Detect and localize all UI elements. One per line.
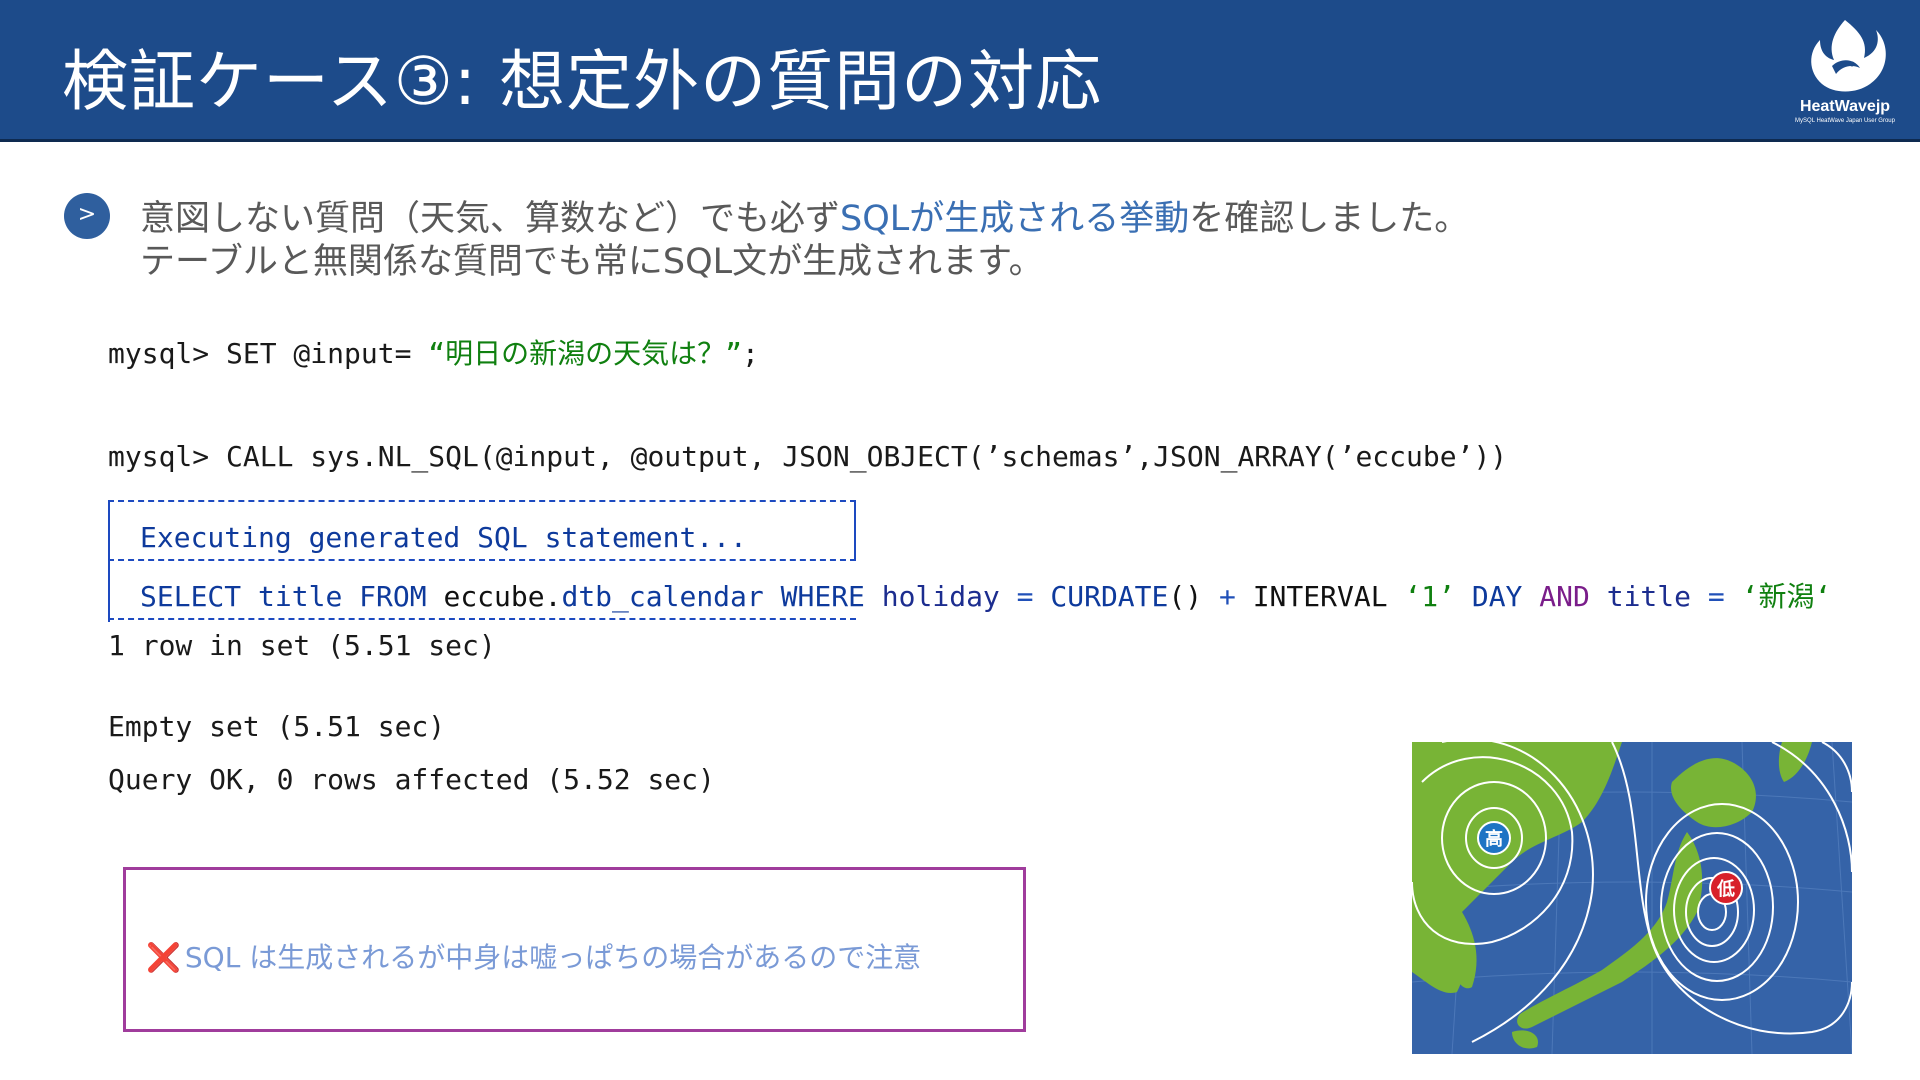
sql-interval: INTERVAL xyxy=(1252,580,1405,613)
page-title: 検証ケース③: 想定外の質問の対応 xyxy=(62,43,1103,120)
table-border-mid xyxy=(108,559,856,561)
sql-day: DAY xyxy=(1454,580,1540,613)
sql-table: dtb_calendar xyxy=(561,580,764,613)
sql-value: ‘新潟‘ xyxy=(1741,580,1832,613)
sql-title: title xyxy=(241,580,360,613)
warning-note: ❌ SQL は生成されるが中身は嘘っぱちの場合があるので注意 xyxy=(146,936,921,976)
set-end: ; xyxy=(742,337,759,370)
sql-schema: eccube. xyxy=(426,580,562,613)
bullet-line-2: テーブルと無関係な質問でも常にSQL文が生成されます。 xyxy=(140,242,1044,282)
sql-curdate: CURDATE xyxy=(1050,580,1169,613)
table-border-right xyxy=(854,500,856,560)
weather-map: 高 低 xyxy=(1412,742,1852,1054)
bullet-line-1-post: を確認しました。 xyxy=(1189,199,1470,239)
logo-name: HeatWavejp xyxy=(1799,98,1891,115)
empty-set-line: Empty set (5.51 sec) xyxy=(108,710,446,743)
sql-and: AND xyxy=(1539,580,1590,613)
set-prompt: mysql> SET @input= xyxy=(108,337,429,370)
sql-paren: () xyxy=(1168,580,1203,613)
row-count-line: 1 row in set (5.51 sec) xyxy=(108,629,496,662)
set-command-line: mysql> SET @input= “明日の新潟の天気は？”; xyxy=(108,332,759,372)
call-command-line: mysql> CALL sys.NL_SQL(@input, @output, … xyxy=(108,440,1508,473)
sql-plus: + xyxy=(1202,580,1253,613)
sql-where: WHERE xyxy=(763,580,882,613)
table-header-cell: Executing generated SQL statement... xyxy=(140,521,747,554)
set-value: “明日の新潟の天気は？” xyxy=(428,337,743,370)
weather-map-image: 高 低 xyxy=(1412,742,1852,1054)
slide-header: 検証ケース③: 想定外の質問の対応 HeatWavejp MySQL HeatW… xyxy=(0,0,1920,142)
heatwave-logo: HeatWavejp MySQL HeatWave Japan User Gro… xyxy=(1790,14,1900,132)
table-border-bottom xyxy=(108,618,856,620)
chevron-right-icon: > xyxy=(64,193,110,239)
sql-from: FROM xyxy=(359,580,427,613)
sql-one: ‘1’ xyxy=(1404,580,1455,613)
sql-eq-2: = xyxy=(1707,580,1742,613)
high-pressure-label: 高 xyxy=(1485,828,1503,850)
logo-subtitle: MySQL HeatWave Japan User Group xyxy=(1795,118,1895,124)
table-border-top xyxy=(108,500,856,502)
generated-sql-line: SELECT title FROM eccube.dtb_calendar WH… xyxy=(140,575,1831,615)
table-border-left xyxy=(108,500,110,622)
cross-mark-icon: ❌ xyxy=(146,941,181,974)
sql-title-2: title xyxy=(1589,580,1708,613)
sql-select: SELECT xyxy=(140,580,242,613)
low-pressure-label: 低 xyxy=(1716,878,1735,900)
query-ok-line: Query OK, 0 rows affected (5.52 sec) xyxy=(108,763,715,796)
sql-holiday: holiday xyxy=(881,580,1000,613)
sql-eq-1: = xyxy=(999,580,1051,613)
flame-dolphin-icon xyxy=(1811,20,1886,92)
warning-note-text: SQL は生成されるが中身は嘘っぱちの場合があるので注意 xyxy=(184,941,922,974)
warning-note-box: ❌ SQL は生成されるが中身は嘘っぱちの場合があるので注意 xyxy=(123,867,1026,1032)
